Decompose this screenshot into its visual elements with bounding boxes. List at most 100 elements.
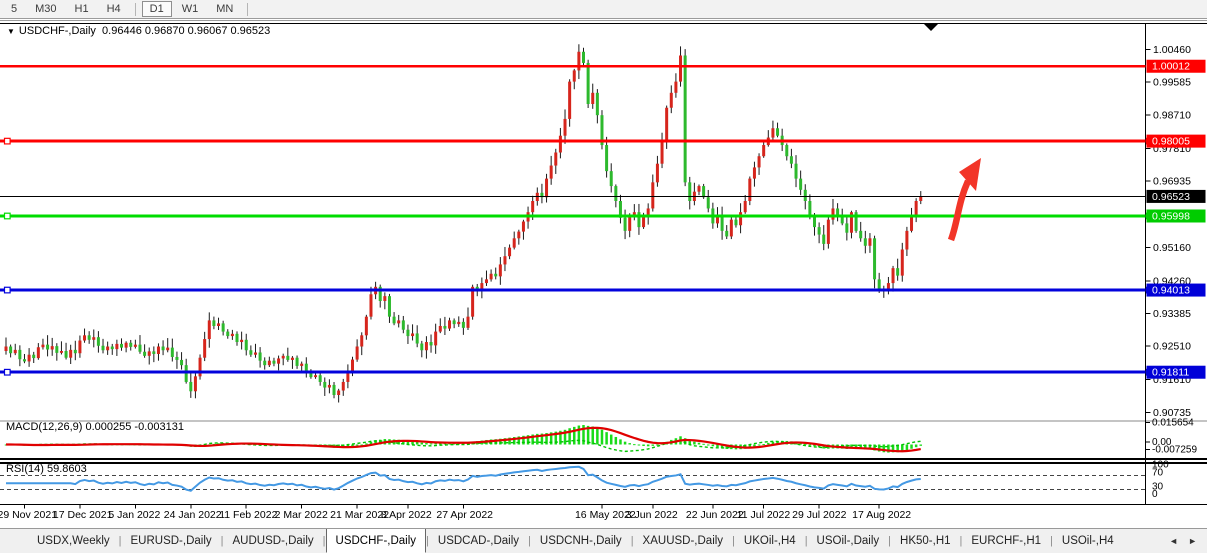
chevron-down-icon[interactable]: ▼ xyxy=(7,27,15,36)
date-tick-label: 8 Apr 2022 xyxy=(381,509,432,521)
candle-body xyxy=(360,335,363,346)
candle-body xyxy=(69,350,72,358)
candle-body xyxy=(152,351,155,354)
candle-body xyxy=(554,152,557,165)
tab-usoil-daily[interactable]: USOil-,Daily xyxy=(808,529,889,553)
candle-body xyxy=(32,355,35,358)
candle-body xyxy=(277,358,280,363)
candle-body xyxy=(41,345,44,348)
tab-audusd-daily[interactable]: AUDUSD-,Daily xyxy=(224,529,323,553)
candle-body xyxy=(799,179,802,190)
price-tick-label: 1.00460 xyxy=(1153,44,1191,56)
timeframe-button-w1[interactable]: W1 xyxy=(174,1,207,17)
candle-body xyxy=(499,264,502,276)
macd-histogram-bar xyxy=(642,445,645,447)
macd-label: MACD(12,26,9) 0.000255 -0.003131 xyxy=(6,421,184,433)
timeframe-button-m30[interactable]: M30 xyxy=(27,1,64,17)
timeframe-button-d1[interactable]: D1 xyxy=(142,1,172,17)
timeframe-button-mn[interactable]: MN xyxy=(208,1,241,17)
candle-body xyxy=(531,201,534,212)
candle-body xyxy=(679,55,682,81)
tab-eurusd-daily[interactable]: EURUSD-,Daily xyxy=(122,529,221,553)
candle-body xyxy=(744,201,747,212)
timeframe-button-h4[interactable]: H4 xyxy=(99,1,129,17)
candle-body xyxy=(494,274,497,277)
candle-body xyxy=(115,344,118,349)
macd-histogram-bar xyxy=(762,444,765,445)
macd-axis-label: -0.007259 xyxy=(1152,445,1197,456)
tab-usdx-weekly[interactable]: USDX,Weekly xyxy=(28,529,119,553)
rsi-axis-label: 0 xyxy=(1152,489,1158,500)
macd-histogram-bar xyxy=(628,443,631,444)
date-tick-label: 11 Feb 2022 xyxy=(219,509,277,521)
candle-body xyxy=(637,212,640,227)
date-tick-label: 22 Jun 2022 xyxy=(686,509,744,521)
timeframe-button-h1[interactable]: H1 xyxy=(67,1,97,17)
candle-body xyxy=(28,355,31,362)
candle-body xyxy=(365,317,368,336)
candle-body xyxy=(369,294,372,316)
tab-ukoil-h4[interactable]: UKOil-,H4 xyxy=(735,529,805,553)
candle-body xyxy=(425,342,428,350)
price-badge-label: 0.94013 xyxy=(1152,285,1190,297)
timeframe-button-5[interactable]: 5 xyxy=(3,1,25,17)
candle-body xyxy=(762,145,765,156)
candle-body xyxy=(106,347,109,351)
tab-eurchf-h1[interactable]: EURCHF-,H1 xyxy=(962,529,1050,553)
date-tick-label: 3 Jun 2022 xyxy=(626,509,678,521)
candle-body xyxy=(9,347,12,354)
candle-body xyxy=(457,322,460,324)
line-handle-left[interactable] xyxy=(5,138,11,144)
tab-usdcnh-daily[interactable]: USDCNH-,Daily xyxy=(531,529,631,553)
line-handle-left[interactable] xyxy=(5,287,11,293)
macd-histogram-bar xyxy=(809,445,812,446)
line-handle-left[interactable] xyxy=(5,213,11,219)
candle-body xyxy=(808,201,811,216)
tab-scroll-right-icon[interactable]: ► xyxy=(1188,536,1197,546)
candle-body xyxy=(430,342,433,345)
candle-body xyxy=(51,346,54,349)
candle-body xyxy=(194,376,197,391)
macd-histogram-bar xyxy=(698,443,701,445)
candle-body xyxy=(291,358,294,360)
candle-body xyxy=(259,352,262,360)
candle-body xyxy=(910,216,913,231)
candle-body xyxy=(702,186,705,197)
candle-body xyxy=(249,350,252,354)
candle-body xyxy=(771,128,774,137)
candle-body xyxy=(591,93,594,104)
candle-body xyxy=(545,179,548,198)
tab-usdcad-daily[interactable]: USDCAD-,Daily xyxy=(429,529,528,553)
chart-canvas[interactable]: 1.004600.995850.987100.978100.969350.951… xyxy=(0,0,1207,528)
candle-body xyxy=(203,339,206,358)
rsi-value: 59.8603 xyxy=(47,463,87,475)
candle-body xyxy=(65,351,68,358)
candle-body xyxy=(503,256,506,264)
macd-histogram-bar xyxy=(434,443,437,444)
tab-usdchf-daily[interactable]: USDCHF-,Daily xyxy=(326,529,427,553)
line-handle-left[interactable] xyxy=(5,369,11,375)
candle-body xyxy=(813,216,816,227)
candle-body xyxy=(240,340,243,342)
tab-hk50-h1[interactable]: HK50-,H1 xyxy=(891,529,960,553)
candle-body xyxy=(730,220,733,237)
candle-body xyxy=(642,216,645,227)
tab-xauusd-daily[interactable]: XAUUSD-,Daily xyxy=(634,529,733,553)
candle-body xyxy=(878,279,881,288)
candle-body xyxy=(873,238,876,279)
candle-body xyxy=(776,128,779,135)
tab-usoil-h4[interactable]: USOil-,H4 xyxy=(1053,529,1123,553)
rsi-label: RSI(14) 59.8603 xyxy=(6,463,87,475)
macd-histogram-bar xyxy=(906,445,909,451)
tab-scroll-left-icon[interactable]: ◄ xyxy=(1169,536,1178,546)
macd-histogram-bar xyxy=(578,426,581,445)
macd-histogram-bar xyxy=(596,428,599,445)
chart-background xyxy=(0,0,1207,528)
candle-body xyxy=(596,93,599,115)
macd-histogram-bar xyxy=(416,442,419,445)
price-badge-label: 0.95998 xyxy=(1152,211,1190,223)
candle-body xyxy=(138,345,141,352)
macd-histogram-bar xyxy=(915,445,918,448)
candle-body xyxy=(892,268,895,283)
candle-body xyxy=(651,182,654,208)
